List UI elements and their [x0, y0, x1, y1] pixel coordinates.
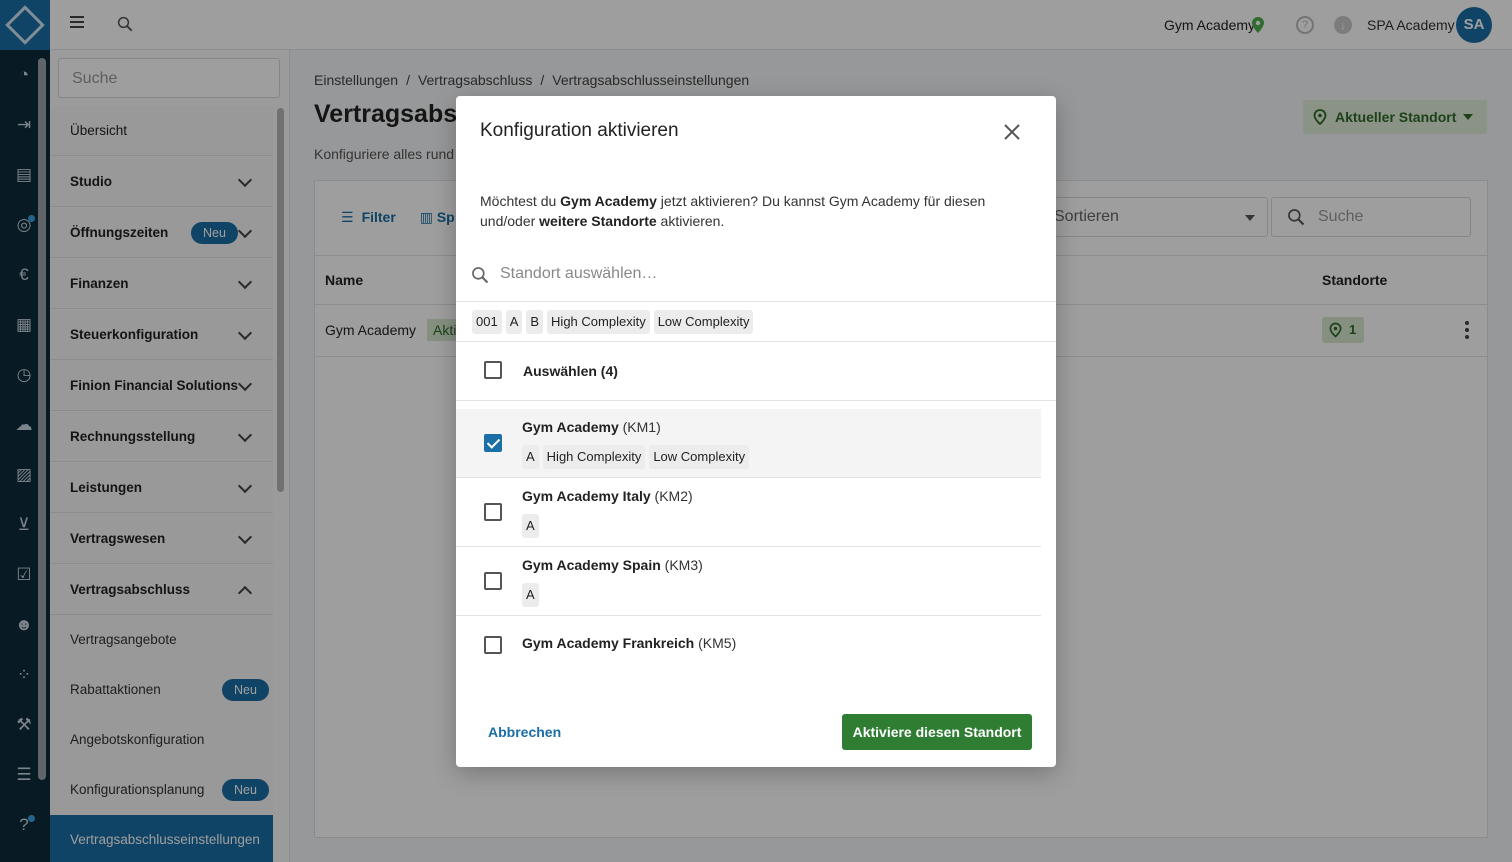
- location-checkbox[interactable]: [484, 434, 502, 452]
- location-tags: A: [522, 583, 543, 607]
- location-tags: A: [522, 514, 543, 538]
- filter-chips: 001 A B High Complexity Low Complexity: [472, 310, 757, 336]
- divider: [456, 341, 1056, 342]
- location-name: Gym Academy Spain (KM3): [522, 557, 703, 573]
- location-title: Gym Academy: [522, 419, 619, 435]
- activate-location-button[interactable]: Aktiviere diesen Standort: [842, 714, 1032, 750]
- location-checkbox[interactable]: [484, 503, 502, 521]
- dialog-description: Möchtest du Gym Academy jetzt aktivieren…: [480, 191, 1020, 231]
- location-name: Gym Academy (KM1): [522, 419, 661, 435]
- search-icon: [472, 267, 489, 284]
- close-icon[interactable]: [1002, 122, 1022, 142]
- location-option[interactable]: Gym Academy Frankreich (KM5): [456, 616, 1041, 672]
- location-name: Gym Academy Italy (KM2): [522, 488, 693, 504]
- activate-configuration-dialog: Konfiguration aktivieren Möchtest du Gym…: [456, 96, 1056, 767]
- filter-chip[interactable]: 001: [472, 310, 502, 334]
- filter-chip[interactable]: High Complexity: [547, 310, 650, 334]
- location-code: (KM3): [664, 557, 703, 573]
- location-tag: A: [522, 445, 539, 469]
- select-all-label[interactable]: Auswählen (4): [523, 363, 618, 379]
- location-checkbox[interactable]: [484, 572, 502, 590]
- location-tag: High Complexity: [542, 445, 646, 469]
- dialog-title: Konfiguration aktivieren: [480, 120, 679, 141]
- filter-chip[interactable]: Low Complexity: [653, 310, 754, 334]
- location-tag: A: [522, 583, 539, 607]
- select-all-checkbox[interactable]: [484, 361, 502, 379]
- location-option[interactable]: Gym Academy Spain (KM3) A: [456, 547, 1041, 616]
- desc-text: Möchtest du: [480, 193, 561, 209]
- location-title: Gym Academy Frankreich: [522, 635, 695, 651]
- location-tag: Low Complexity: [649, 445, 750, 469]
- filter-chip[interactable]: B: [526, 310, 544, 334]
- location-name: Gym Academy Frankreich (KM5): [522, 635, 736, 651]
- location-title: Gym Academy Spain: [522, 557, 661, 573]
- location-code: (KM2): [654, 488, 693, 504]
- location-code: (KM1): [622, 419, 661, 435]
- location-option[interactable]: Gym Academy Italy (KM2) A: [456, 478, 1041, 547]
- location-search-input[interactable]: Standort auswählen…: [456, 254, 1056, 302]
- location-option[interactable]: Gym Academy (KM1) A High Complexity Low Co…: [456, 409, 1041, 478]
- location-title: Gym Academy Italy: [522, 488, 651, 504]
- location-checkbox[interactable]: [484, 636, 502, 654]
- location-tags: A High Complexity Low Complexity: [522, 445, 753, 469]
- location-code: (KM5): [698, 635, 737, 651]
- cancel-button[interactable]: Abbrechen: [488, 724, 561, 740]
- desc-bold-text: Gym Academy: [560, 193, 657, 209]
- divider: [456, 400, 1056, 401]
- location-tag: A: [522, 514, 539, 538]
- desc-text: aktivieren.: [656, 213, 725, 229]
- search-placeholder: Standort auswählen…: [500, 265, 658, 282]
- filter-chip[interactable]: A: [505, 310, 523, 334]
- desc-bold-text: weitere Standorte: [539, 213, 657, 229]
